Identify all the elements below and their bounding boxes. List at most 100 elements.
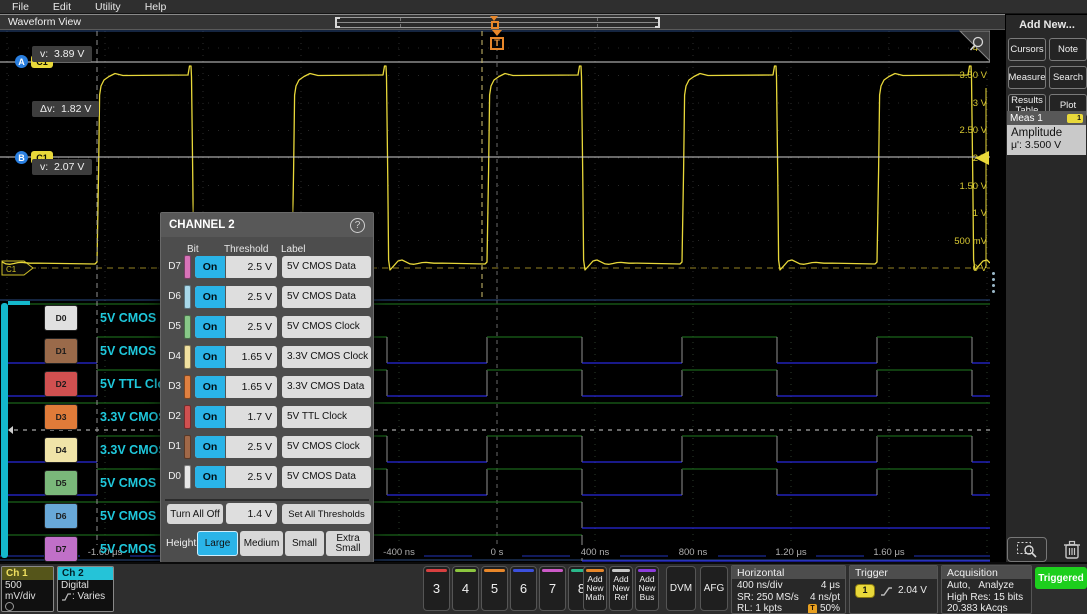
digital-chip-d7[interactable]: D7 [44,536,78,562]
add-new-ref-button[interactable]: Add New Ref [609,566,633,611]
ch1-analog-trace [2,66,990,270]
afg-button[interactable]: AFG [700,566,728,611]
help-icon[interactable]: ? [350,218,365,233]
channel-5-button[interactable]: 5 [481,566,508,611]
add-color-strip [586,569,604,572]
cursor-b-badge[interactable]: B [15,151,28,164]
threshold-input-d4[interactable]: 1.65 V [226,346,277,368]
box-zoom-button[interactable] [1007,537,1047,562]
bit-label-d1: D1 [164,436,181,458]
height-option-large[interactable]: Large [197,531,238,556]
height-option-small[interactable]: Small [285,531,324,556]
label-input-d7[interactable]: 5V CMOS Data [282,256,371,278]
add-new-search-button[interactable]: Search [1049,66,1087,89]
height-option-extra-small[interactable]: Extra Small [326,531,370,556]
cursor-delta-readout[interactable]: Δv: 1.82 V [32,101,99,117]
dvm-button[interactable]: DVM [666,566,696,611]
column-header-threshold: Threshold [224,244,268,255]
cursor-a-readout[interactable]: v: 3.89 V [32,46,92,62]
toggle-on-label: On [195,376,225,398]
horizontal-panel-title: Horizontal [732,566,845,579]
add-new-measure-button[interactable]: Measure [1008,66,1046,89]
digital-chip-d3[interactable]: D3 [44,404,78,430]
threshold-input-d6[interactable]: 2.5 V [226,286,277,308]
digital-group-handle-stub [8,301,30,305]
ch2-badge-body: Digital : Varies [58,580,113,612]
menu-edit[interactable]: Edit [53,1,71,13]
acq-count: 20.383 kAcqs [947,603,1026,614]
add-new-note-button[interactable]: Note [1049,38,1087,61]
overview-left-bracket[interactable] [335,17,340,28]
trigger-level: 2.04 V [898,585,927,597]
toggle-on-label: On [195,436,225,458]
turn-all-off-button[interactable]: Turn All Off [167,504,223,524]
digital-chip-d2[interactable]: D2 [44,371,78,397]
acq-analyze: Analyze [978,580,1014,592]
threshold-input-d5[interactable]: 2.5 V [226,316,277,338]
label-input-d3[interactable]: 3.3V CMOS Data [282,376,371,398]
bit-color-chip-d1 [184,435,191,459]
channel-7-button[interactable]: 7 [539,566,566,611]
add-new-cursors-button[interactable]: Cursors [1008,38,1046,61]
trigger-position-marker[interactable]: T [489,30,505,51]
tab-waveform-view[interactable]: Waveform View [8,16,81,28]
digital-chip-d1[interactable]: D1 [44,338,78,364]
channel2-dialog[interactable]: CHANNEL 2 ? Bit Threshold Label D7On2.5 … [160,212,374,563]
digital-chip-d4[interactable]: D4 [44,437,78,463]
label-input-d6[interactable]: 5V CMOS Data [282,286,371,308]
height-option-medium[interactable]: Medium [240,531,283,556]
menu-file[interactable]: File [12,1,29,13]
ch2-badge[interactable]: Ch 2 Digital : Varies [57,566,114,612]
drawer-handle[interactable] [992,272,996,296]
menu-help[interactable]: Help [145,1,167,13]
all-threshold-input[interactable]: 1.4 V [226,503,277,524]
results-bar: Add New... CursorsNoteMeasureSearchResul… [1005,15,1087,562]
label-input-d5[interactable]: 5V CMOS Clock [282,316,371,338]
overview-trigger-box-icon[interactable] [491,21,499,29]
overview-right-bracket[interactable] [655,17,660,28]
acquisition-panel[interactable]: Acquisition Auto,Analyze High Res: 15 bi… [941,565,1032,614]
threshold-input-d3[interactable]: 1.65 V [226,376,277,398]
trash-button[interactable] [1057,537,1087,562]
digital-chip-d6[interactable]: D6 [44,503,78,529]
threshold-input-d0[interactable]: 2.5 V [226,466,277,488]
channel-color-strip [542,569,563,572]
ch1-badge[interactable]: Ch 1 500 mV/div 100 MHz [1,566,54,612]
cursor-a-badge[interactable]: A [15,55,28,68]
ch2-mode: Digital [61,581,110,592]
set-all-thresholds-button[interactable]: Set All Thresholds [282,504,371,524]
trigger-panel[interactable]: Trigger 1 2.04 V [849,565,938,614]
digital-chip-d5[interactable]: D5 [44,470,78,496]
label-input-d4[interactable]: 3.3V CMOS Clock [282,346,371,368]
threshold-input-d1[interactable]: 2.5 V [226,436,277,458]
threshold-input-d2[interactable]: 1.7 V [226,406,277,428]
cursor-b-readout[interactable]: v: 2.07 V [32,159,92,175]
trigger-source-badge: 1 [855,584,875,598]
menu-utility[interactable]: Utility [95,1,121,13]
dialog-header[interactable]: CHANNEL 2 ? [161,213,373,237]
channel-color-strip [426,569,447,572]
time-label: 400 ns [581,547,610,558]
threshold-input-d7[interactable]: 2.5 V [226,256,277,278]
horizontal-panel[interactable]: Horizontal 400 ns/div4 μs SR: 250 MS/s4 … [731,565,846,614]
digital-chip-d0[interactable]: D0 [44,305,78,331]
toggle-on-label: On [195,286,225,308]
horizontal-overview[interactable] [335,17,660,28]
toggle-on-label: On [195,466,225,488]
add-new-bus-button[interactable]: Add New Bus [635,566,659,611]
threshold-slope-icon [61,592,72,602]
add-new-math-button[interactable]: Add New Math [583,566,607,611]
column-header-bit: Bit [187,244,199,255]
measurement-badge-header[interactable]: Meas 1 1 [1007,111,1086,125]
label-input-d0[interactable]: 5V CMOS Data [282,466,371,488]
label-input-d2[interactable]: 5V TTL Clock [282,406,371,428]
channel-3-button[interactable]: 3 [423,566,450,611]
toggle-on-label: On [195,256,225,278]
label-input-d1[interactable]: 5V CMOS Clock [282,436,371,458]
bit-label-d2: D2 [164,406,181,428]
digital-group-handle[interactable] [1,303,8,558]
channel-4-button[interactable]: 4 [452,566,479,611]
channel-6-button[interactable]: 6 [510,566,537,611]
measurement-badge[interactable]: Meas 1 1 Amplitude μ': 3.500 V [1007,111,1086,155]
box-zoom-icon [1016,541,1038,558]
